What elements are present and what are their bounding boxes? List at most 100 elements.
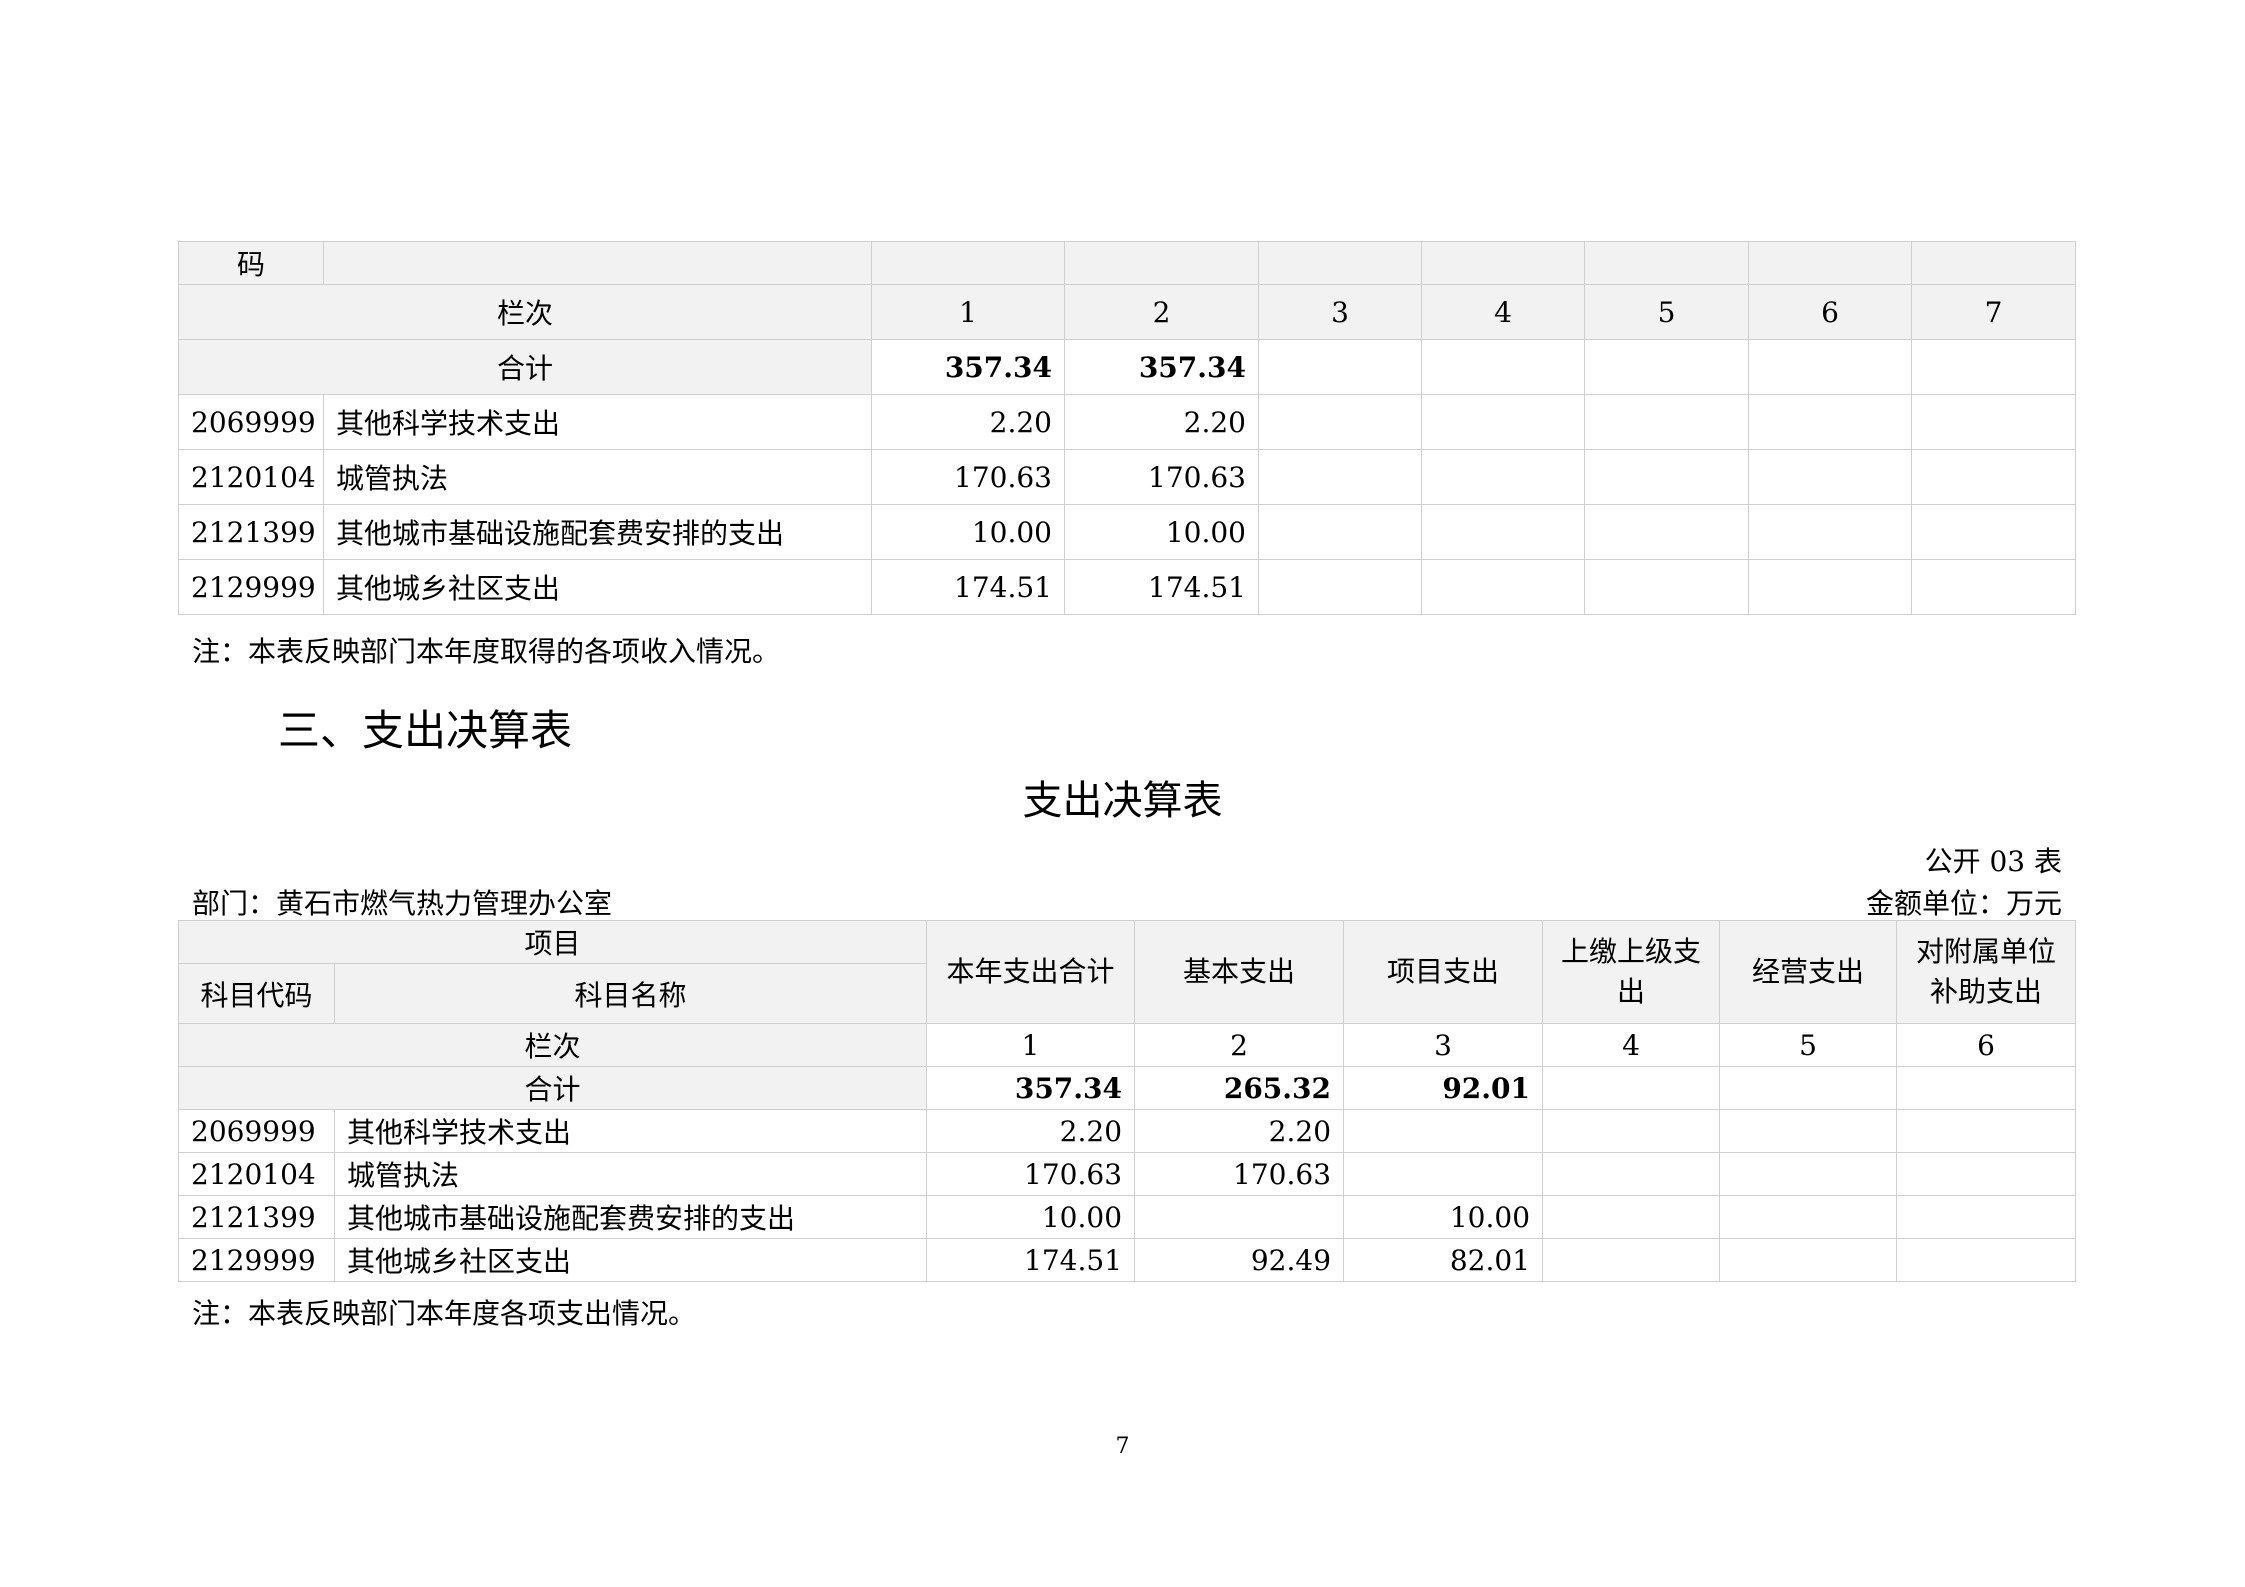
cell-value: 174.51 [871,559,1065,615]
total-value [1748,339,1912,395]
subject-name: 其他城乡社区支出 [333,1238,928,1282]
subject-name: 其他科学技术支出 [333,1109,928,1153]
cell-value [1911,559,2076,615]
subject-code: 2121399 [178,1195,335,1239]
cell-value: 170.63 [1134,1152,1345,1196]
table-title: 支出决算表 [1022,778,1223,824]
cell-value [1258,559,1422,615]
cell-value [1719,1109,1898,1153]
cell-value [1258,394,1422,450]
cell-value: 10.00 [871,504,1065,560]
cell-value [1584,449,1749,505]
subject-code: 2120104 [178,1152,335,1196]
rank-col: 2 [1134,1023,1345,1067]
cell-value [1748,449,1912,505]
cell-value: 2.20 [926,1109,1136,1153]
column-header: 经营支出 [1719,920,1898,1024]
rank-col: 3 [1343,1023,1544,1067]
rank-label: 栏次 [177,1023,928,1067]
cell-value [1896,1109,2077,1153]
cell-value: 2.20 [1064,394,1259,450]
total-row: 合计 357.34 265.32 92.01 [177,1066,2077,1110]
cell-value: 82.01 [1343,1238,1544,1282]
header-row-fragment: 码 [178,241,2076,285]
cell-value [1421,449,1585,505]
cell-value [1896,1152,2077,1196]
column-header: 项目支出 [1343,920,1544,1024]
cell-value [1542,1152,1721,1196]
table-row: 2129999 其他城乡社区支出 174.51 92.49 82.01 [178,1238,2077,1282]
cell-value: 10.00 [926,1195,1136,1239]
total-row: 合计 357.34 357.34 [178,339,2076,395]
cell-value [1343,1109,1544,1153]
cell-value [1911,449,2076,505]
column-header: 本年支出合计 [926,920,1136,1024]
cell-value: 174.51 [926,1238,1136,1282]
table2-note: 注：本表反映部门本年度各项支出情况。 [192,1297,697,1330]
subject-code: 2121399 [178,504,324,560]
cell-value [1719,1238,1898,1282]
rank-col: 3 [1258,284,1422,340]
table-row: 2120104 城管执法 170.63 170.63 [178,1152,2077,1196]
subject-name: 城管执法 [323,449,872,505]
total-value: 92.01 [1343,1066,1544,1110]
rank-row: 栏次 1 2 3 4 5 6 7 [178,284,2076,340]
total-value: 357.34 [871,339,1065,395]
total-label: 合计 [178,339,872,395]
subject-name: 其他城乡社区支出 [323,559,872,615]
subject-name: 城管执法 [333,1152,928,1196]
header-row: 项目 本年支出合计 基本支出 项目支出 上缴上级支出 经营支出 对附属单位补助支… [177,920,2077,1024]
cell-value [1542,1195,1721,1239]
table-row: 2069999 其他科学技术支出 2.20 2.20 [178,1109,2077,1153]
column-header: 对附属单位补助支出 [1896,920,2077,1024]
cell-value: 170.63 [871,449,1065,505]
cell-value [1258,449,1422,505]
item-header: 项目 [177,920,928,964]
cell-value: 92.49 [1134,1238,1345,1282]
column-header: 基本支出 [1134,920,1345,1024]
rank-col: 2 [1064,284,1259,340]
total-value: 265.32 [1134,1066,1345,1110]
subject-code: 2129999 [178,559,324,615]
table-row: 2120104 城管执法 170.63 170.63 [178,449,2076,505]
column-header: 上缴上级支出 [1542,920,1721,1024]
subject-name: 其他城市基础设施配套费安排的支出 [323,504,872,560]
cell-value [1421,394,1585,450]
cell-value [1421,504,1585,560]
header-fragment: 码 [178,241,324,285]
total-label: 合计 [177,1066,928,1110]
rank-row: 栏次 1 2 3 4 5 6 [177,1023,2077,1067]
cell-value: 10.00 [1343,1195,1544,1239]
rank-label: 栏次 [178,284,872,340]
total-value [1258,339,1422,395]
cell-value [1542,1109,1721,1153]
total-value [1421,339,1585,395]
cell-value [1896,1195,2077,1239]
table-row: 2069999 其他科学技术支出 2.20 2.20 [178,394,2076,450]
cell-value: 2.20 [871,394,1065,450]
amount-unit: 金额单位：万元 [1865,887,2062,920]
page-number: 7 [1115,1434,1130,1459]
department-label: 部门：黄石市燃气热力管理办公室 [192,887,613,920]
table-code: 公开 03 表 [1924,845,2062,878]
rank-col: 1 [871,284,1065,340]
subject-code: 2129999 [178,1238,335,1282]
cell-value [1134,1195,1345,1239]
subject-name-header: 科目名称 [333,963,928,1024]
table1-note: 注：本表反映部门本年度取得的各项收入情况。 [192,635,781,668]
total-value [1584,339,1749,395]
cell-value [1542,1238,1721,1282]
subject-name: 其他科学技术支出 [323,394,872,450]
subject-code: 2069999 [178,1109,335,1153]
cell-value: 170.63 [926,1152,1136,1196]
rank-col: 5 [1719,1023,1898,1067]
cell-value: 2.20 [1134,1109,1345,1153]
cell-value: 170.63 [1064,449,1259,505]
subject-name: 其他城市基础设施配套费安排的支出 [333,1195,928,1239]
total-value [1719,1066,1898,1110]
cell-value [1343,1152,1544,1196]
income-table: 码 栏次 1 2 3 4 5 6 7 合计 357.34 357.34 2069… [178,241,2076,615]
rank-col: 6 [1896,1023,2077,1067]
rank-col: 6 [1748,284,1912,340]
expenditure-table: 项目 本年支出合计 基本支出 项目支出 上缴上级支出 经营支出 对附属单位补助支… [177,920,2077,1282]
